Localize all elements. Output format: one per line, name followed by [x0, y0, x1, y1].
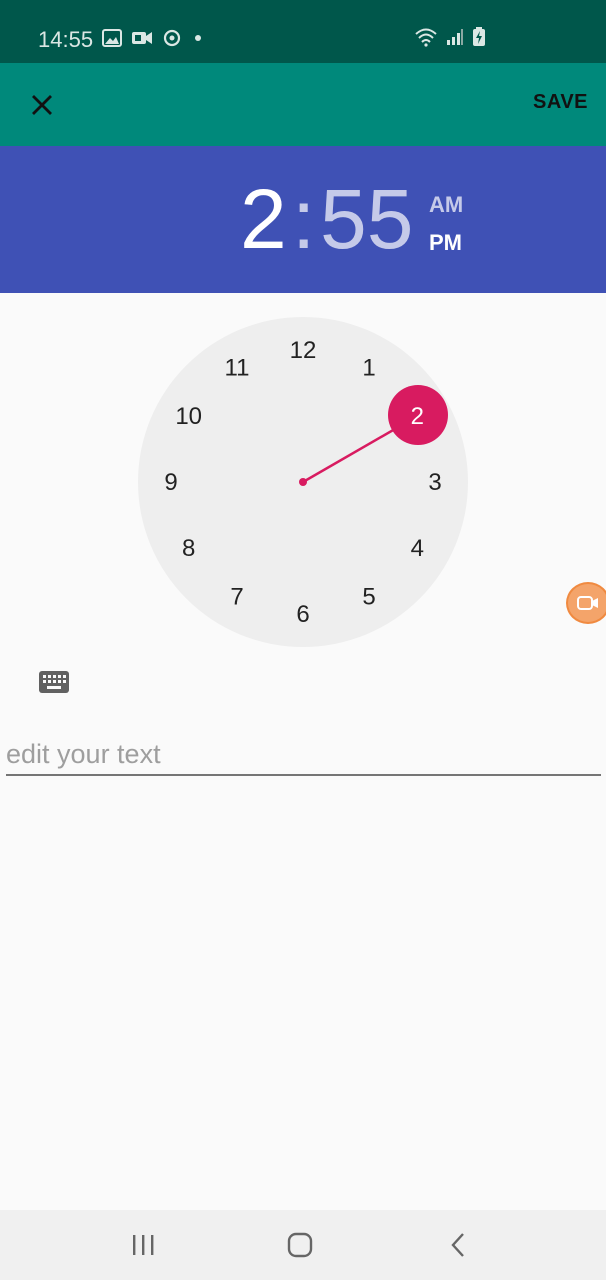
navigation-bar [0, 1210, 606, 1280]
minute-display[interactable]: 55 [320, 174, 413, 264]
am-toggle[interactable]: AM [429, 192, 463, 218]
system-icons [414, 27, 486, 47]
clock-number-4[interactable]: 4 [411, 535, 424, 562]
video-icon [132, 32, 152, 44]
edit-text-input[interactable] [6, 734, 601, 776]
close-icon [32, 95, 52, 115]
clock-dial[interactable]: 121234567891011 [138, 317, 468, 647]
clock-number-5[interactable]: 5 [362, 583, 375, 610]
keyboard-icon [39, 671, 69, 693]
clock-number-3[interactable]: 3 [428, 469, 441, 496]
sync-icon [163, 29, 181, 47]
back-button[interactable] [438, 1230, 478, 1260]
notification-icons [102, 28, 205, 48]
clock-number-7[interactable]: 7 [230, 583, 243, 610]
clock-number-12[interactable]: 12 [290, 337, 317, 364]
hour-display[interactable]: 2 [240, 174, 287, 264]
clock-number-11[interactable]: 11 [225, 355, 250, 382]
dot-icon [195, 35, 201, 41]
image-icon [102, 29, 122, 47]
clock-number-1[interactable]: 1 [362, 355, 375, 382]
toolbar: SAVE [0, 63, 606, 146]
clock-hand [302, 427, 396, 484]
home-icon [287, 1232, 313, 1258]
clock-number-9[interactable]: 9 [164, 469, 177, 496]
home-button[interactable] [280, 1230, 320, 1260]
time-header: 2 : 55 AM PM [0, 146, 606, 293]
status-bar: 14:55 [0, 0, 606, 63]
recent-apps-button[interactable] [123, 1230, 163, 1260]
clock-number-6[interactable]: 6 [296, 601, 309, 628]
floating-record-button[interactable] [566, 582, 606, 624]
pm-toggle[interactable]: PM [429, 230, 462, 256]
clock-number-10[interactable]: 10 [175, 403, 202, 430]
clock-number-8[interactable]: 8 [182, 535, 195, 562]
signal-icon [447, 29, 463, 45]
clock-center-dot [299, 478, 307, 486]
back-icon [451, 1233, 464, 1257]
close-button[interactable] [22, 85, 62, 125]
save-button[interactable]: SAVE [533, 91, 588, 114]
status-time: 14:55 [38, 27, 94, 52]
time-separator: : [292, 172, 316, 266]
recent-apps-icon [133, 1235, 154, 1255]
keyboard-toggle-button[interactable] [38, 670, 70, 694]
clock-number-2[interactable]: 2 [411, 403, 424, 430]
wifi-icon [415, 28, 437, 47]
video-record-icon [577, 596, 598, 610]
battery-charging-icon [473, 27, 485, 46]
